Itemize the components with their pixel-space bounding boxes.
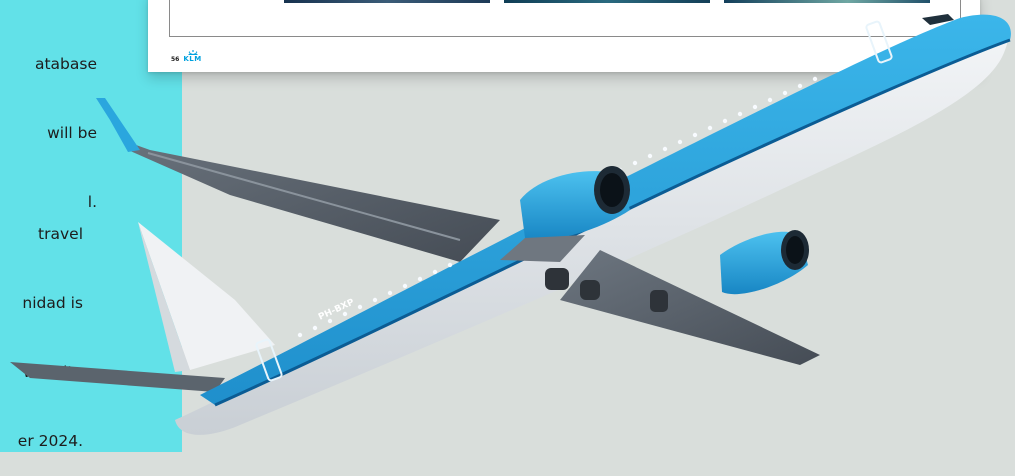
left-wing [110, 118, 500, 262]
klm-airplane-photo: PH-BXP [10, 14, 1011, 435]
left-winglet [96, 98, 140, 152]
engine-right [720, 230, 809, 295]
